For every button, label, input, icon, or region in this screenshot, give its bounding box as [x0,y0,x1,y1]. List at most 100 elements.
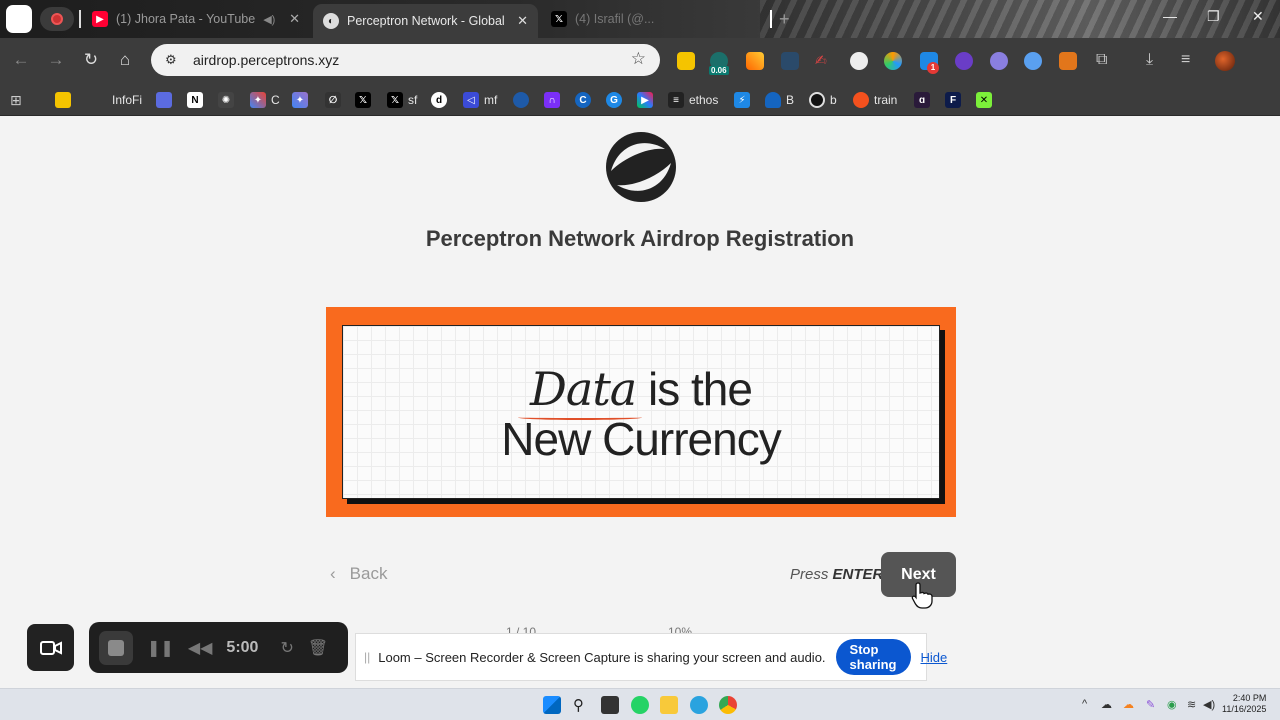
banner-line-1-rest: is the [648,363,753,415]
close-tab-icon[interactable]: ✕ [289,11,300,27]
back-button[interactable]: ‹ Back [330,564,387,584]
bookmark-icon-4[interactable]: ∩ [544,89,560,111]
tab-perceptron[interactable]: ◐ Perceptron Network - Global D ✕ [313,4,538,38]
chrome-tray-icon[interactable]: ◉ [1167,698,1177,711]
extension-cube-icon[interactable] [781,52,799,70]
bookmark-openai[interactable]: ✺ [218,89,234,111]
bookmark-mf[interactable]: ◁ mf [463,89,497,111]
onedrive-icon[interactable]: ☁ [1101,698,1112,711]
extension-signature-icon[interactable]: ✍ [815,52,833,70]
whatsapp-icon[interactable] [631,696,649,714]
bookmark-c[interactable]: ✦ C [250,89,280,111]
bookmark-icon-8[interactable]: ɑ [914,89,930,111]
wifi-icon[interactable]: ≋ [1187,698,1196,711]
volume-icon[interactable]: ◀) [1203,698,1215,711]
bookmark-x-1[interactable]: 𝕏 [355,89,371,111]
bookmark-icon-6[interactable]: G [606,89,622,111]
ethos-icon: ≡ [668,92,684,108]
note-icon [55,92,71,108]
new-tab-icon[interactable]: + [779,9,790,30]
restore-icon[interactable]: ❐ [1207,8,1220,25]
bookmark-icon-5[interactable]: C [575,89,591,111]
restart-icon[interactable]: ↻ [280,638,293,658]
bookmark-icon: C [575,92,591,108]
address-text[interactable]: airdrop.perceptrons.xyz [193,52,339,68]
browser-theme-art [760,0,1280,38]
bookmark-icon-7[interactable]: ⚡ [734,89,750,111]
bookmark-icon-2[interactable]: ∅ [325,89,341,111]
loom-camera-button[interactable] [27,624,74,671]
tray-overflow-icon[interactable]: ^ [1082,698,1087,710]
task-view-icon[interactable] [601,696,619,714]
close-window-icon[interactable]: ✕ [1252,8,1264,25]
extension-color-icon[interactable] [884,52,902,70]
pause-icon[interactable]: ❚❚ [147,638,174,658]
minimize-icon[interactable]: — [1163,8,1177,24]
search-icon[interactable]: ⚲ [573,696,591,714]
extension-wallet-icon[interactable] [1024,52,1042,70]
x-icon: 𝕏 [355,92,371,108]
browser-profile-button[interactable] [6,5,32,33]
tab-separator [770,10,772,28]
apps-grid-icon[interactable]: ⊞ [10,89,22,111]
bookmark-infofi[interactable]: InfoFi [112,89,142,111]
bookmark-icon: ɑ [914,92,930,108]
user-avatar[interactable] [1215,51,1235,71]
rewind-icon[interactable]: ◀◀ [188,638,213,658]
bookmark-notion[interactable]: N [187,89,203,111]
bookmark-d[interactable]: d [431,89,447,111]
bookmark-sf[interactable]: 𝕏sf [387,89,417,111]
close-tab-icon[interactable]: ✕ [517,13,528,29]
system-clock[interactable]: 2:40 PM 11/16/2025 [1222,693,1266,715]
bookmark-gemini[interactable]: ✦ [292,89,308,111]
address-bar[interactable]: ⚙ airdrop.perceptrons.xyz ☆ [151,44,660,76]
download-icon[interactable]: ⤓ [1146,51,1153,69]
bookmark-b[interactable]: B [765,89,794,111]
stop-sharing-button[interactable]: Stop sharing [835,639,911,675]
bookmark-icon-10[interactable]: ✕ [976,89,992,111]
extension-ghost-icon[interactable] [990,52,1008,70]
bookmark-play[interactable]: ▶ [637,89,653,111]
extension-notes-icon[interactable] [677,52,695,70]
site-info-icon[interactable]: ⚙ [165,52,183,68]
trash-icon[interactable]: 🗑 [308,638,328,658]
loom-stop-button[interactable] [99,630,133,665]
train-icon [853,92,869,108]
tab-youtube[interactable]: ▶ (1) Jhora Pata - YouTube ◀) ✕ [82,4,310,34]
chrome-icon[interactable] [719,696,737,714]
reload-icon[interactable]: ↻ [80,50,102,70]
bookmark-label: InfoFi [112,93,143,107]
bookmark-b-lower[interactable]: b [809,89,837,111]
file-explorer-icon[interactable] [660,696,678,714]
bookmark-icon-9[interactable]: F [945,89,961,111]
home-icon[interactable]: ⌂ [114,50,136,70]
press-prefix: Press [790,566,829,583]
extension-perceptron-icon[interactable] [850,52,868,70]
bookmark-ethos[interactable]: ≡ ethos [668,89,718,111]
metamask-icon[interactable] [1059,52,1077,70]
bookmark-icon: ✕ [976,92,992,108]
bookmark-star-icon[interactable]: ☆ [631,49,646,69]
pen-app-icon[interactable]: ✎ [1146,698,1155,711]
cloud-app-icon[interactable]: ☁ [1123,698,1134,711]
drag-handle-icon[interactable]: || [364,650,370,664]
back-arrow-icon[interactable]: ← [10,50,32,70]
forward-arrow-icon[interactable]: → [45,50,67,70]
perceptron-logo-icon [606,132,676,202]
bookmark-label: ethos [689,93,719,107]
bookmark-icon-1[interactable] [156,89,172,111]
extension-brush-icon[interactable] [746,52,764,70]
bookmark-notes[interactable] [55,89,71,111]
hide-link[interactable]: Hide [921,650,948,665]
bookmark-icon: ∅ [325,92,341,108]
bookmark-train[interactable]: train [853,89,897,111]
media-queue-icon[interactable]: ≡ [1181,51,1190,69]
bookmark-icon-3[interactable] [513,89,529,111]
extensions-puzzle-icon[interactable]: ⧉ [1096,51,1107,69]
extension-at-icon[interactable] [955,52,973,70]
tab-x-profile[interactable]: 𝕏 (4) Israfil (@... [541,4,771,34]
windows-start-icon[interactable] [543,696,561,714]
speaker-icon[interactable]: ◀) [263,13,275,26]
recording-indicator[interactable] [40,7,74,31]
telegram-icon[interactable] [690,696,708,714]
